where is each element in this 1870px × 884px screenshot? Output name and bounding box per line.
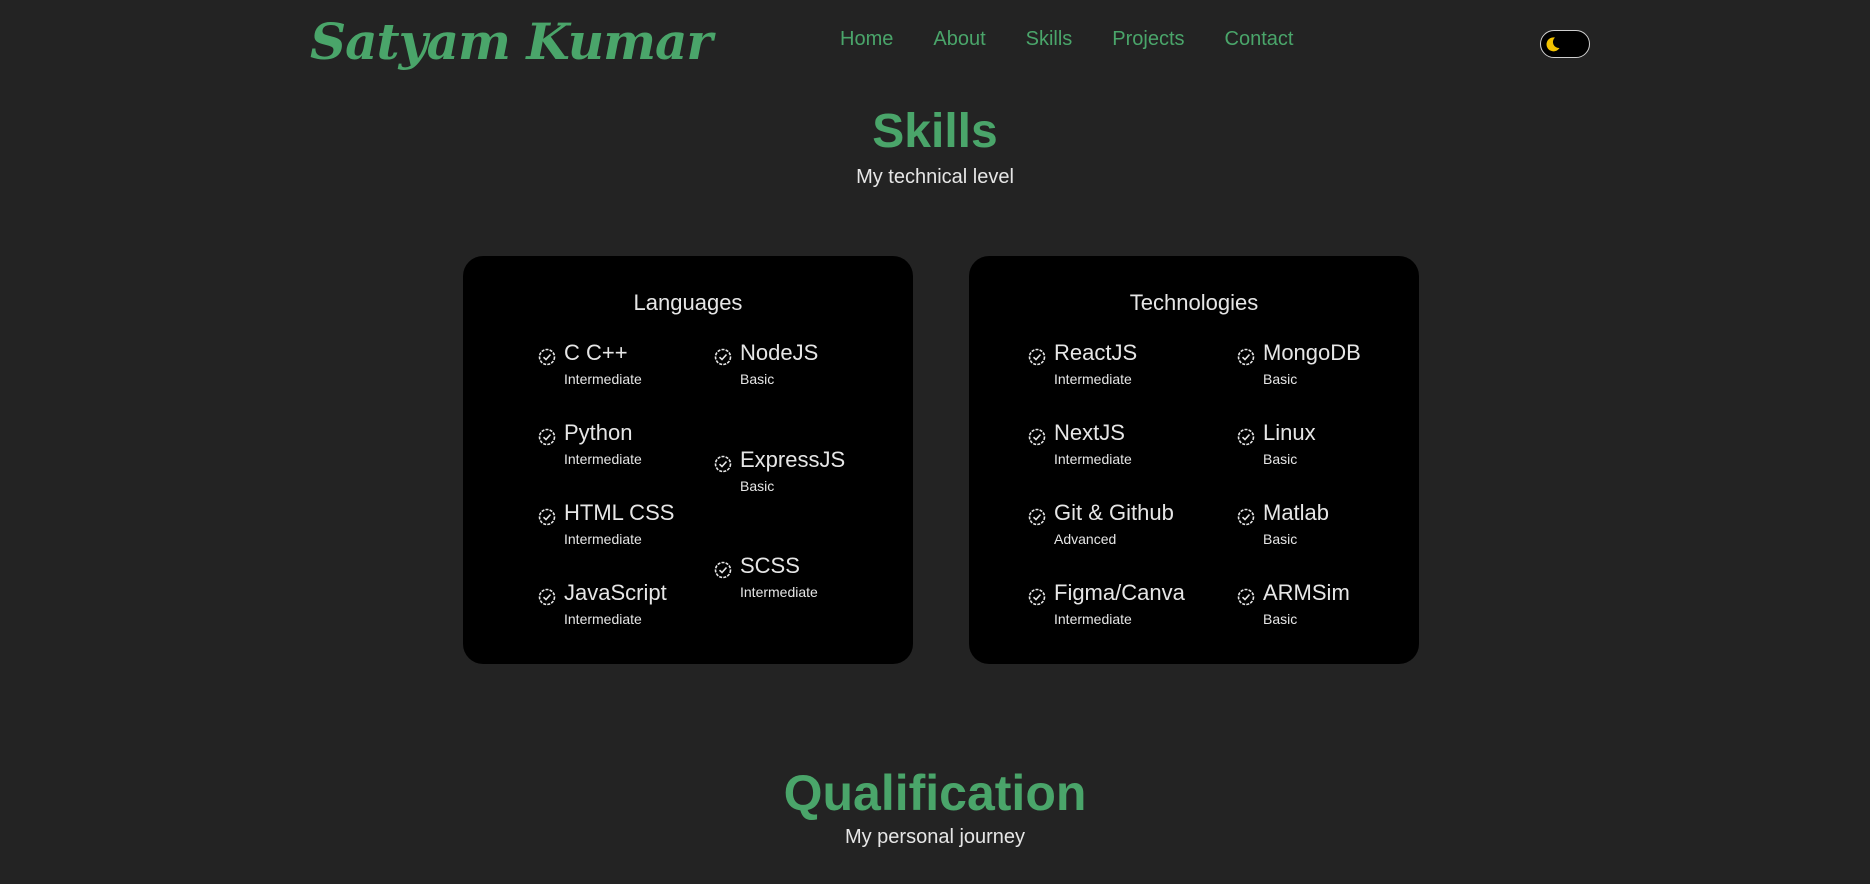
skill-level: Basic: [740, 371, 775, 387]
check-badge-icon: [538, 588, 556, 606]
check-badge-icon: [1028, 588, 1046, 606]
check-badge-icon: [538, 348, 556, 366]
skill-name: NextJS: [1054, 420, 1125, 445]
skill-level: Basic: [1263, 531, 1298, 547]
site-header: Satyam Kumar Home About Skills Projects …: [0, 0, 1870, 84]
skill-level: Intermediate: [564, 451, 642, 467]
nav-home-link[interactable]: Home: [840, 28, 893, 51]
check-badge-icon: [1028, 508, 1046, 526]
skill-level: Intermediate: [740, 584, 818, 600]
languages-card: Languages C C++ Intermediate Python Inte…: [463, 256, 913, 664]
skill-level: Basic: [740, 478, 775, 494]
skill-name: ExpressJS: [740, 447, 846, 472]
skill-name: JavaScript: [564, 580, 667, 605]
skill-name: Python: [564, 420, 633, 445]
check-badge-icon: [714, 348, 732, 366]
check-badge-icon: [538, 508, 556, 526]
skill-name: NodeJS: [740, 340, 819, 365]
check-badge-icon: [714, 455, 732, 473]
skill-name: ARMSim: [1263, 580, 1350, 605]
technologies-card-title: Technologies: [1129, 290, 1259, 315]
check-badge-icon: [1237, 588, 1255, 606]
check-badge-icon: [1237, 508, 1255, 526]
check-badge-icon: [1237, 348, 1255, 366]
check-badge-icon: [538, 428, 556, 446]
check-badge-icon: [1028, 348, 1046, 366]
skill-name: Linux: [1263, 420, 1316, 445]
skill-level: Intermediate: [1054, 451, 1132, 467]
skill-level: Intermediate: [564, 371, 642, 387]
qualification-subtitle: My personal journey: [844, 826, 1026, 848]
skill-name: SCSS: [740, 553, 800, 578]
skill-name: ReactJS: [1054, 340, 1138, 365]
moon-icon: [1546, 37, 1560, 52]
skill-level: Basic: [1263, 451, 1298, 467]
technologies-card: Technologies ReactJS Intermediate NextJS…: [969, 256, 1419, 664]
check-badge-icon: [1028, 428, 1046, 446]
nav-projects-link[interactable]: Projects: [1112, 28, 1184, 51]
check-badge-icon: [714, 561, 732, 579]
skill-level: Intermediate: [1054, 371, 1132, 387]
site-logo[interactable]: Satyam Kumar: [310, 12, 713, 71]
skills-subtitle: My technical level: [856, 166, 1014, 188]
portfolio-page: Satyam Kumar Home About Skills Projects …: [0, 0, 1870, 884]
skill-level: Intermediate: [564, 531, 642, 547]
skill-name: C C++: [564, 340, 628, 365]
skill-level: Basic: [1263, 371, 1298, 387]
nav-skills-link[interactable]: Skills: [1026, 28, 1073, 51]
skills-title: Skills: [872, 105, 998, 158]
skill-name: Matlab: [1263, 500, 1330, 525]
skill-level: Intermediate: [1054, 611, 1132, 627]
skill-level: Advanced: [1054, 531, 1117, 547]
skill-level: Intermediate: [564, 611, 642, 627]
qualification-title: Qualification: [783, 765, 1087, 821]
check-badge-icon: [1237, 428, 1255, 446]
languages-card-title: Languages: [633, 290, 743, 315]
nav-contact-link[interactable]: Contact: [1225, 28, 1294, 51]
main-nav: Home About Skills Projects Contact: [840, 28, 1293, 51]
skill-name: HTML CSS: [564, 500, 675, 525]
skill-name: Figma/Canva: [1054, 580, 1185, 605]
skill-name: MongoDB: [1263, 340, 1361, 365]
nav-about-link[interactable]: About: [933, 28, 985, 51]
skill-name: Git & Github: [1054, 500, 1174, 525]
theme-toggle[interactable]: [1540, 30, 1590, 58]
skill-level: Basic: [1263, 611, 1298, 627]
